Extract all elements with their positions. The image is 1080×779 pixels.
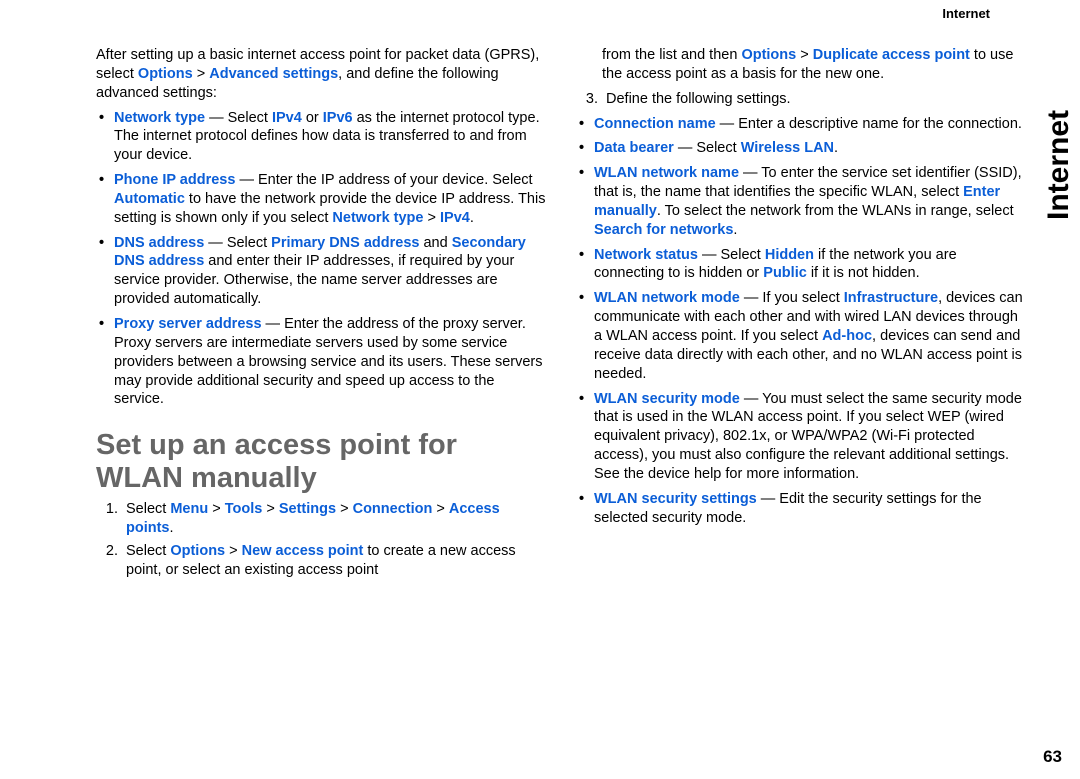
label: Proxy server address <box>114 316 262 332</box>
network-type-link: Network type <box>332 210 423 226</box>
ipv4-link: IPv4 <box>440 210 470 226</box>
text: . <box>834 140 838 156</box>
options-link: Options <box>170 543 225 559</box>
primary-dns-link: Primary DNS address <box>271 235 419 251</box>
separator: > <box>336 501 353 517</box>
text: or <box>302 110 323 126</box>
list-item-wlan-mode: WLAN network mode — If you select Infras… <box>594 289 1026 383</box>
wlan-settings-list: Connection name — Enter a descriptive na… <box>576 115 1026 528</box>
setup-steps-cont: Define the following settings. <box>576 90 1026 109</box>
label: Phone IP address <box>114 172 235 188</box>
text: Select <box>126 543 170 559</box>
list-item-network-status: Network status — Select Hidden if the ne… <box>594 246 1026 284</box>
text: . <box>470 210 474 226</box>
wireless-lan-link: Wireless LAN <box>741 140 834 156</box>
list-item-connection-name: Connection name — Enter a descriptive na… <box>594 115 1026 134</box>
options-link: Options <box>741 47 796 63</box>
separator: > <box>423 210 440 226</box>
hidden-link: Hidden <box>765 247 814 263</box>
left-column: After setting up a basic internet access… <box>96 46 546 746</box>
settings-link: Settings <box>279 501 336 517</box>
text: — If you select <box>740 290 844 306</box>
duplicate-access-point-link: Duplicate access point <box>813 47 970 63</box>
label: Data bearer <box>594 140 674 156</box>
header-topic: Internet <box>942 6 990 21</box>
label: WLAN security settings <box>594 491 757 507</box>
step-1: Select Menu > Tools > Settings > Connect… <box>122 500 546 538</box>
public-link: Public <box>763 265 807 281</box>
text: and <box>419 235 451 251</box>
separator: > <box>796 47 813 63</box>
step-2: Select Options > New access point to cre… <box>122 542 546 580</box>
text: Select <box>126 501 170 517</box>
label: Connection name <box>594 116 716 132</box>
text: . <box>170 520 174 536</box>
manual-page: { "header": { "topic": "Internet" }, "si… <box>0 0 1080 779</box>
two-column-layout: After setting up a basic internet access… <box>96 46 1026 746</box>
setup-steps: Select Menu > Tools > Settings > Connect… <box>96 500 546 579</box>
separator: > <box>208 501 225 517</box>
side-tab-label: Internet <box>1042 20 1078 220</box>
separator: > <box>262 501 279 517</box>
options-link: Options <box>138 66 193 82</box>
label: Network type <box>114 110 205 126</box>
text: . <box>733 222 737 238</box>
text: — Enter the IP address of your device. S… <box>235 172 532 188</box>
text: — Select <box>698 247 765 263</box>
step-2-continued: from the list and then Options > Duplica… <box>576 46 1026 84</box>
advanced-settings-list: Network type — Select IPv4 or IPv6 as th… <box>96 109 546 410</box>
right-column: from the list and then Options > Duplica… <box>576 46 1026 746</box>
tools-link: Tools <box>225 501 263 517</box>
list-item-network-type: Network type — Select IPv4 or IPv6 as th… <box>114 109 546 166</box>
text: if it is not hidden. <box>807 265 920 281</box>
new-access-point-link: New access point <box>242 543 364 559</box>
text: from the list and then <box>602 47 741 63</box>
ipv6-link: IPv6 <box>323 110 353 126</box>
label: DNS address <box>114 235 204 251</box>
list-item-proxy: Proxy server address — Enter the address… <box>114 315 546 409</box>
list-item-wlan-security-settings: WLAN security settings — Edit the securi… <box>594 490 1026 528</box>
list-item-dns: DNS address — Select Primary DNS address… <box>114 234 546 309</box>
list-item-data-bearer: Data bearer — Select Wireless LAN. <box>594 139 1026 158</box>
page-number: 63 <box>1043 747 1062 767</box>
label: WLAN security mode <box>594 391 740 407</box>
label: WLAN network mode <box>594 290 740 306</box>
label: WLAN network name <box>594 165 739 181</box>
separator: > <box>193 66 210 82</box>
text: — Select <box>204 235 271 251</box>
intro-paragraph: After setting up a basic internet access… <box>96 46 546 103</box>
ipv4-link: IPv4 <box>272 110 302 126</box>
automatic-link: Automatic <box>114 191 185 207</box>
menu-link: Menu <box>170 501 208 517</box>
separator: > <box>225 543 242 559</box>
list-item-wlan-security-mode: WLAN security mode — You must select the… <box>594 390 1026 484</box>
list-item-wlan-name: WLAN network name — To enter the service… <box>594 164 1026 239</box>
section-title: Set up an access point for WLAN manually <box>96 429 546 494</box>
advanced-settings-link: Advanced settings <box>209 66 338 82</box>
label: Network status <box>594 247 698 263</box>
infrastructure-link: Infrastructure <box>844 290 938 306</box>
search-networks-link: Search for networks <box>594 222 733 238</box>
connection-link: Connection <box>353 501 433 517</box>
separator: > <box>432 501 449 517</box>
ad-hoc-link: Ad-hoc <box>822 328 872 344</box>
text: — Select <box>674 140 741 156</box>
step-3: Define the following settings. <box>602 90 1026 109</box>
list-item-phone-ip: Phone IP address — Enter the IP address … <box>114 171 546 228</box>
text: — Enter a descriptive name for the conne… <box>716 116 1022 132</box>
text: . To select the network from the WLANs i… <box>657 203 1014 219</box>
text: — Select <box>205 110 272 126</box>
